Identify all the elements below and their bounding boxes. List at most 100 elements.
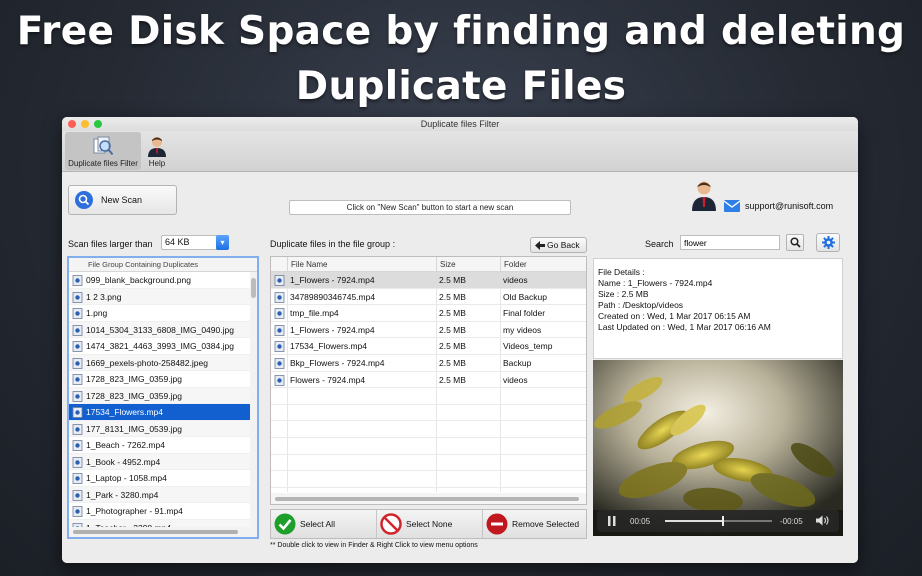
list-item[interactable]: 17534_Flowers.mp4 xyxy=(69,404,257,421)
select-none-button[interactable]: Select None xyxy=(377,510,483,538)
search-icon xyxy=(790,237,801,248)
list-item[interactable]: 1014_5304_3133_6808_IMG_0490.jpg xyxy=(69,321,257,338)
file-icon xyxy=(72,308,83,319)
list-item[interactable]: 1 2 3.png xyxy=(69,288,257,305)
list-item-label: 1_Beach - 7262.mp4 xyxy=(86,440,165,450)
scan-size-select[interactable]: 64 KB ▾ xyxy=(161,235,229,250)
video-preview[interactable]: 00:05 -00:05 xyxy=(593,360,843,536)
file-details-path: Path : /Desktop/videos xyxy=(598,300,684,310)
table-row[interactable]: 1_Flowers - 7924.mp4 2.5 MB my videos xyxy=(271,322,586,339)
list-item[interactable]: 1_Park - 3280.mp4 xyxy=(69,486,257,503)
table-row[interactable]: 1_Flowers - 7924.mp4 2.5 MB videos xyxy=(271,272,586,289)
volume-icon[interactable] xyxy=(816,515,830,526)
file-name-cell: 1_Flowers - 7924.mp4 xyxy=(290,275,375,285)
table-row[interactable]: Flowers - 7924.mp4 2.5 MB videos xyxy=(271,372,586,389)
list-item-label: 1474_3821_4463_3993_IMG_0384.jpg xyxy=(86,341,234,351)
list-item[interactable]: 1669_pexels-photo-258482.jpeg xyxy=(69,354,257,371)
video-controls: 00:05 -00:05 xyxy=(597,510,839,532)
table-horizontal-scrollbar[interactable] xyxy=(271,493,586,504)
table-header: File Name Size Folder xyxy=(271,257,586,272)
file-group-rows: 099_blank_background.png 1 2 3.png 1.png 10… xyxy=(69,272,257,536)
file-group-vertical-scrollbar[interactable] xyxy=(250,272,257,527)
file-details-updated: Last Updated on : Wed, 1 Mar 2017 06:16 … xyxy=(598,322,771,332)
new-scan-button[interactable]: New Scan xyxy=(68,185,177,215)
folder-cell: Videos_temp xyxy=(503,341,553,352)
duplicate-files-table[interactable]: File Name Size Folder 1_Flowers - 7924.m… xyxy=(270,256,587,505)
column-header-size[interactable]: Size xyxy=(436,257,500,272)
file-group-list[interactable]: File Group Containing Duplicates 099_bla… xyxy=(67,256,259,539)
file-icon xyxy=(72,324,83,336)
settings-button[interactable] xyxy=(816,233,840,252)
select-none-label: Select None xyxy=(406,519,453,529)
list-item[interactable]: 1728_823_IMG_0359.jpg xyxy=(69,387,257,404)
mail-icon[interactable] xyxy=(724,200,740,212)
file-icon xyxy=(72,291,83,303)
scan-size-value: 64 KB xyxy=(165,237,190,247)
list-item-label: 1_Laptop - 1058.mp4 xyxy=(86,473,167,483)
empty-table-row xyxy=(271,388,586,405)
size-cell: 2.5 MB xyxy=(439,275,466,285)
list-item-label: 099_blank_background.png xyxy=(86,275,191,285)
minimize-window-button[interactable] xyxy=(81,120,89,128)
support-contact: support@runisoft.com xyxy=(690,179,850,215)
remove-selected-button[interactable]: Remove Selected xyxy=(483,510,587,538)
scan-status-message: Click on "New Scan" button to start a ne… xyxy=(289,200,571,215)
list-item[interactable]: 177_8131_IMG_0539.jpg xyxy=(69,420,257,437)
file-details-heading: File Details : xyxy=(598,267,645,277)
empty-table-row xyxy=(271,471,586,488)
file-icon xyxy=(72,473,83,484)
list-item[interactable]: 1.png xyxy=(69,305,257,322)
table-row[interactable]: tmp_file.mp4 2.5 MB Final folder xyxy=(271,305,586,322)
zoom-window-button[interactable] xyxy=(94,120,102,128)
remaining-time: -00:05 xyxy=(780,517,803,526)
folder-cell: Final folder xyxy=(503,308,546,319)
seek-slider[interactable] xyxy=(665,516,772,526)
size-cell: 2.5 MB xyxy=(439,291,466,302)
list-item[interactable]: 1_Laptop - 1058.mp4 xyxy=(69,470,257,487)
size-cell: 2.5 MB xyxy=(439,341,466,352)
table-row[interactable]: 34789890346745.mp4 2.5 MB Old Backup xyxy=(271,289,586,306)
close-window-button[interactable] xyxy=(68,120,76,128)
file-group-list-header: File Group Containing Duplicates xyxy=(69,258,257,272)
list-item[interactable]: 1_Book - 4952.mp4 xyxy=(69,453,257,470)
go-back-label: Go Back xyxy=(547,240,580,250)
pause-icon[interactable] xyxy=(608,516,616,526)
file-icon xyxy=(72,357,83,369)
file-icon xyxy=(274,358,285,369)
search-circle-icon xyxy=(75,191,93,209)
help-person-icon xyxy=(148,137,166,157)
toolbar-item-label: Help xyxy=(148,159,166,168)
support-email-link[interactable]: support@runisoft.com xyxy=(745,200,833,212)
minus-circle-icon xyxy=(486,513,508,535)
window-title: Duplicate files Filter xyxy=(420,119,500,129)
list-item[interactable]: 099_blank_background.png xyxy=(69,272,257,289)
check-circle-icon xyxy=(274,513,296,535)
toolbar-help[interactable]: Help xyxy=(144,132,170,170)
list-item[interactable]: 1728_823_IMG_0359.jpg xyxy=(69,371,257,388)
search-button[interactable] xyxy=(786,234,804,251)
file-icon xyxy=(72,489,83,501)
file-icon xyxy=(72,407,83,418)
table-row[interactable]: Bkp_Flowers - 7924.mp4 2.5 MB Backup xyxy=(271,355,586,372)
folder-cell: my videos xyxy=(503,324,542,335)
list-item-label: 1014_5304_3133_6808_IMG_0490.jpg xyxy=(86,324,234,335)
toolbar-duplicate-files-filter[interactable]: Duplicate files Filter xyxy=(65,132,141,170)
column-header-icon xyxy=(271,257,287,272)
list-item-label: 1_Photographer - 91.mp4 xyxy=(86,506,183,516)
folder-cell: Old Backup xyxy=(503,291,547,302)
select-all-button[interactable]: Select All xyxy=(271,510,377,538)
list-item-label: 1669_pexels-photo-258482.jpeg xyxy=(86,357,208,368)
table-row[interactable]: 17534_Flowers.mp4 2.5 MB Videos_temp xyxy=(271,338,586,355)
file-name-cell: 1_Flowers - 7924.mp4 xyxy=(290,324,375,335)
list-item[interactable]: 1_Beach - 7262.mp4 xyxy=(69,437,257,454)
file-group-horizontal-scrollbar[interactable] xyxy=(69,527,257,537)
list-item-label: 177_8131_IMG_0539.jpg xyxy=(86,423,182,434)
list-item[interactable]: 1474_3821_4463_3993_IMG_0384.jpg xyxy=(69,338,257,355)
column-header-folder[interactable]: Folder xyxy=(500,257,586,272)
list-item[interactable]: 1_Photographer - 91.mp4 xyxy=(69,503,257,520)
file-details-created: Created on : Wed, 1 Mar 2017 06:15 AM xyxy=(598,311,751,321)
search-input[interactable] xyxy=(680,235,780,250)
column-header-file-name[interactable]: File Name xyxy=(287,257,436,272)
go-back-button[interactable]: Go Back xyxy=(530,237,587,253)
file-icon xyxy=(274,291,285,303)
